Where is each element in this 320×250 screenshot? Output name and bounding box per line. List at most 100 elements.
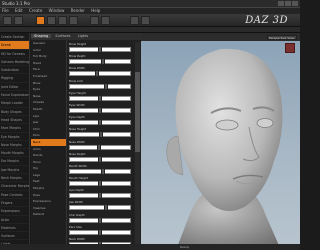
sidebar-item[interactable]: Facial Expressions xyxy=(0,91,29,100)
tree-item[interactable]: Ears xyxy=(31,132,66,139)
sidebar-item[interactable]: Eye Morphs xyxy=(0,133,29,141)
slider-knob[interactable] xyxy=(98,180,102,188)
morph-slider[interactable]: Eyes Height xyxy=(68,91,134,103)
tree-item[interactable]: Neck xyxy=(31,138,66,146)
tree-item[interactable]: Feet xyxy=(31,178,66,185)
sidebar-item[interactable]: HD for Genesis xyxy=(0,50,29,58)
tree-item[interactable]: Hip xyxy=(31,165,66,172)
tree-item[interactable]: Default xyxy=(31,211,66,218)
slider-knob[interactable] xyxy=(103,204,108,212)
scale-tool-button[interactable] xyxy=(69,16,78,25)
menu-file[interactable]: File xyxy=(2,8,9,13)
slider-knob[interactable] xyxy=(98,192,102,200)
tree-item[interactable]: Full Body xyxy=(31,53,66,60)
morph-slider[interactable]: Nose Depth xyxy=(68,152,134,164)
morph-slider[interactable]: Chin Depth xyxy=(68,213,134,225)
tree-item[interactable]: Visemes xyxy=(31,205,66,212)
slider-knob[interactable] xyxy=(99,131,104,139)
tree-item[interactable]: Eyes xyxy=(31,86,66,93)
morph-slider[interactable]: Jaw Width xyxy=(68,200,134,212)
sidebar-item[interactable]: Mouth Morphs xyxy=(0,149,29,158)
slider-knob[interactable] xyxy=(98,155,102,163)
render-settings-button[interactable] xyxy=(141,16,150,25)
morph-slider[interactable]: Nose Height xyxy=(68,127,134,139)
sidebar-item[interactable]: Subdivision xyxy=(0,66,29,75)
tree-item[interactable]: Brow xyxy=(31,80,66,87)
tree-item[interactable]: Chin xyxy=(31,126,66,133)
3d-viewport[interactable]: Perspective View xyxy=(141,33,300,250)
tree-item[interactable]: Hands xyxy=(31,152,66,159)
morph-slider[interactable]: Brow Height xyxy=(68,42,134,54)
maximize-button[interactable] xyxy=(285,1,291,6)
slider-knob[interactable] xyxy=(103,82,108,90)
tree-item[interactable]: Legs xyxy=(31,172,66,179)
sidebar-item[interactable]: Scene xyxy=(0,41,29,50)
minimize-button[interactable] xyxy=(278,1,284,6)
sidebar-item[interactable]: Pose Controls xyxy=(0,191,29,199)
sidebar-item[interactable]: Actor xyxy=(0,216,29,224)
tree-item[interactable]: Forehead xyxy=(31,73,66,80)
sidebar-item[interactable]: Expressions xyxy=(0,207,29,216)
sidebar-item[interactable]: Ear Morphs xyxy=(0,157,29,166)
tree-item[interactable]: Head xyxy=(31,60,66,67)
menu-window[interactable]: Window xyxy=(49,8,65,13)
slider-knob[interactable] xyxy=(96,143,101,151)
slider-track[interactable] xyxy=(69,83,131,89)
close-button[interactable] xyxy=(292,1,298,6)
translate-tool-button[interactable] xyxy=(58,16,67,25)
camera-tool-button[interactable] xyxy=(90,16,99,25)
slider-track[interactable] xyxy=(69,71,131,77)
slider-knob[interactable] xyxy=(95,70,100,78)
tree-item[interactable]: Jaw xyxy=(31,119,66,126)
slider-knob[interactable] xyxy=(98,119,102,127)
slider-knob[interactable] xyxy=(98,94,102,102)
sidebar-item[interactable]: Rigging xyxy=(0,74,29,83)
sidebar-item[interactable]: Morph Loader xyxy=(0,99,29,108)
tree-item[interactable]: Face xyxy=(31,66,66,73)
tree-item[interactable]: Cheeks xyxy=(31,99,66,106)
slider-track[interactable] xyxy=(69,205,131,211)
sidebar-item[interactable]: Create Section xyxy=(0,33,29,42)
tab-surfaces[interactable]: Surfaces xyxy=(52,34,73,38)
sidebar-item[interactable]: Joint Editor xyxy=(0,83,29,92)
tab-shaping[interactable]: Shaping xyxy=(31,34,52,38)
sidebar-item[interactable]: Face Morphs xyxy=(0,124,29,133)
morph-slider[interactable]: Mouth Width xyxy=(68,164,134,176)
slider-knob[interactable] xyxy=(98,228,102,236)
tree-item[interactable]: Nose xyxy=(31,93,66,100)
sidebar-item[interactable]: Genesis Modeling xyxy=(0,58,29,67)
morph-slider[interactable]: Lips Depth xyxy=(68,188,134,200)
tree-item[interactable]: Torso xyxy=(31,159,66,166)
sidebar-item[interactable]: Fingers xyxy=(0,199,29,208)
morph-slider[interactable]: Mouth Height xyxy=(68,176,134,188)
tree-item[interactable]: Expressions xyxy=(31,198,66,205)
active-tool-button[interactable] xyxy=(36,16,45,25)
render-button[interactable] xyxy=(130,16,139,25)
tree-item[interactable]: Morphs xyxy=(31,185,66,192)
morph-slider[interactable]: Nose Width xyxy=(68,140,134,152)
sidebar-item[interactable]: Surfaces xyxy=(0,232,29,241)
menu-help[interactable]: Help xyxy=(91,8,100,13)
rotate-tool-button[interactable] xyxy=(47,16,56,25)
tab-lights[interactable]: Lights xyxy=(75,34,92,38)
sidebar-item[interactable]: Body Shapes xyxy=(0,108,29,116)
sidebar-item[interactable]: Materials xyxy=(0,224,29,233)
slider-knob[interactable] xyxy=(98,216,102,224)
new-scene-button[interactable] xyxy=(3,16,12,25)
slider-knob[interactable] xyxy=(100,58,105,66)
tree-item[interactable]: Arms xyxy=(31,146,66,153)
tree-item[interactable]: Lips xyxy=(31,113,66,120)
slider-knob[interactable] xyxy=(98,106,102,114)
morph-slider[interactable]: Brow Arch xyxy=(68,79,134,91)
scrollbar-thumb[interactable] xyxy=(135,72,140,152)
tree-item[interactable]: Actor xyxy=(31,47,66,54)
morph-slider[interactable]: Brow Depth xyxy=(68,54,134,66)
menu-render[interactable]: Render xyxy=(71,8,85,13)
sidebar-item[interactable]: Head Shapes xyxy=(0,116,29,125)
menu-edit[interactable]: Edit xyxy=(15,8,23,13)
morph-slider[interactable]: Eyes Width xyxy=(68,103,134,115)
sidebar-item[interactable]: Jaw Morphs xyxy=(0,166,29,175)
slider-knob[interactable] xyxy=(98,46,102,53)
morph-slider[interactable]: Brow Width xyxy=(68,66,134,78)
tree-item[interactable]: Pose xyxy=(31,192,66,199)
